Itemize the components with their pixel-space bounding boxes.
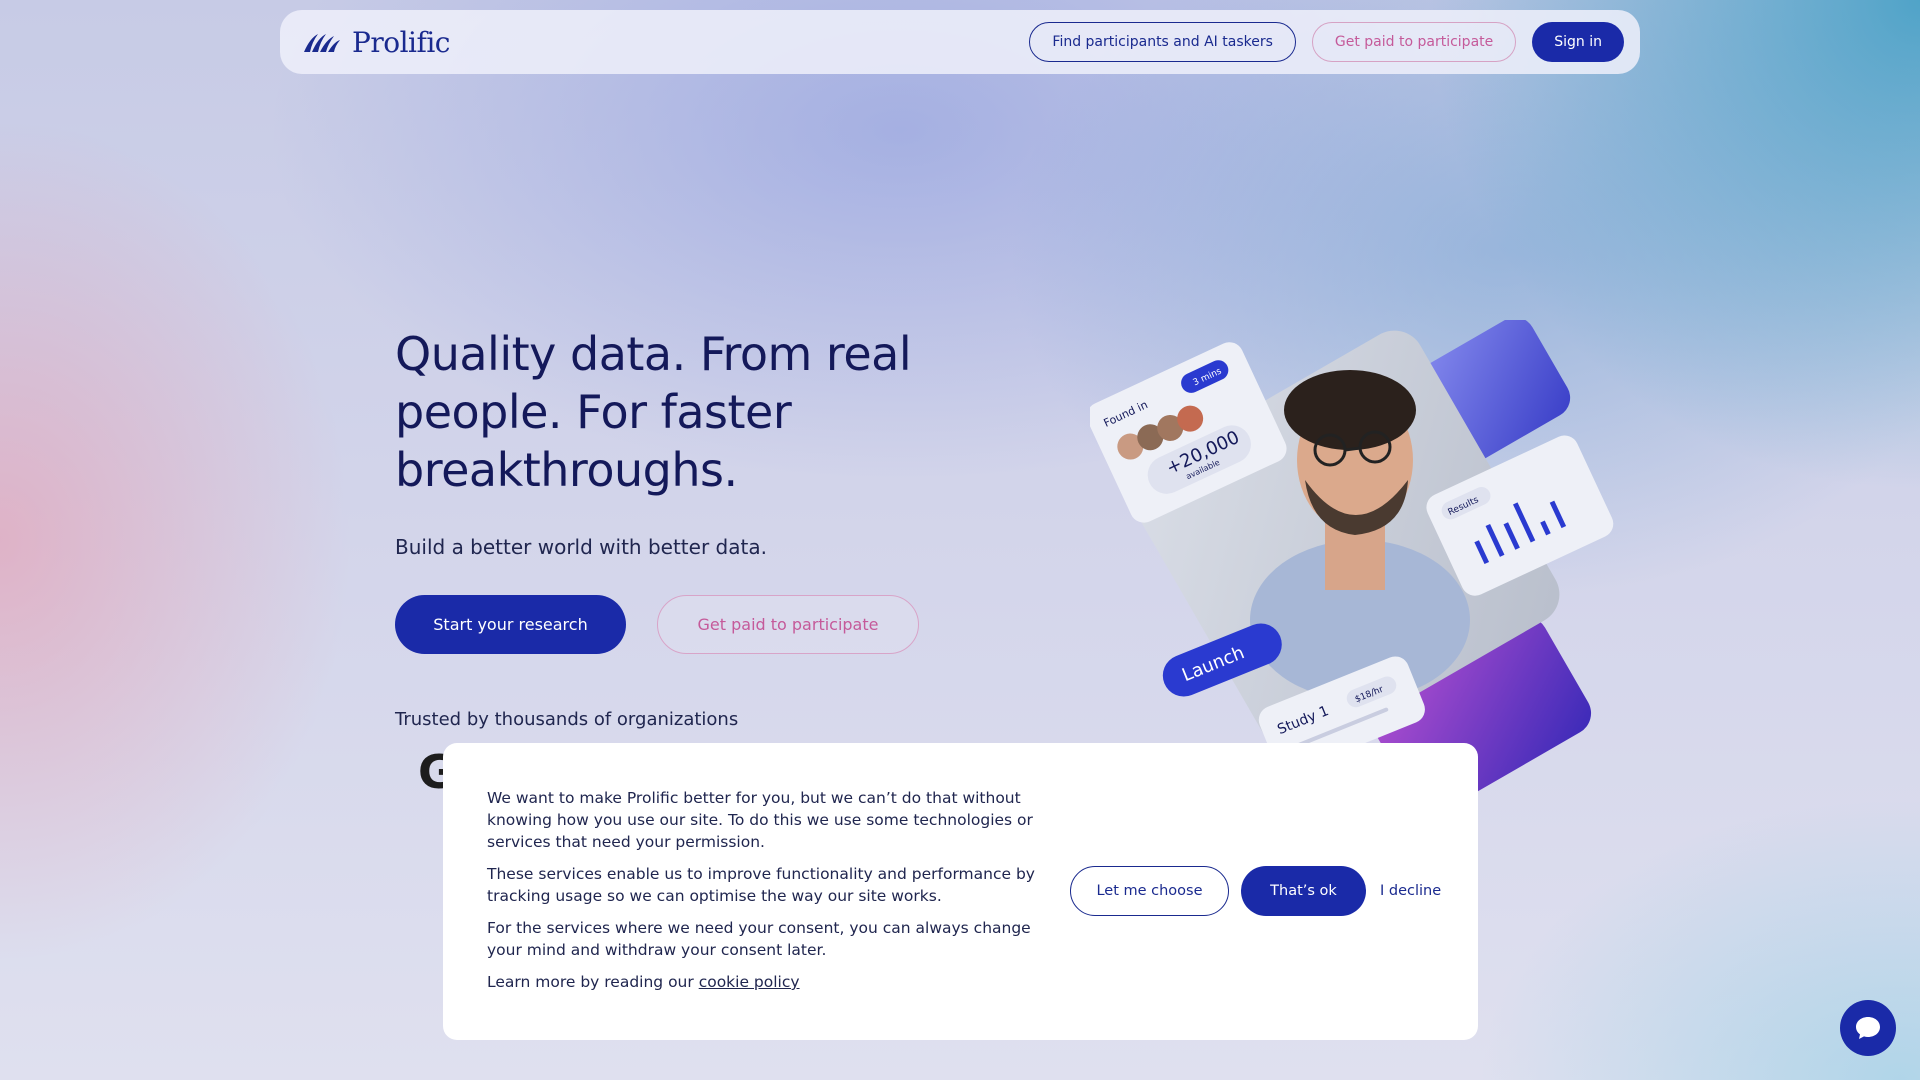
chat-bubble-icon bbox=[1856, 1017, 1880, 1039]
cookie-policy-link[interactable]: cookie policy bbox=[699, 973, 800, 991]
hero-cta-row: Start your research Get paid to particip… bbox=[395, 595, 919, 654]
let-me-choose-button[interactable]: Let me choose bbox=[1070, 866, 1229, 916]
chat-button[interactable] bbox=[1840, 1000, 1896, 1056]
prolific-logo-icon bbox=[304, 34, 340, 52]
cookie-policy-prefix: Learn more by reading our bbox=[487, 973, 694, 991]
cookie-paragraph-1: We want to make Prolific better for you,… bbox=[487, 789, 1033, 851]
hero-subtitle: Build a better world with better data. bbox=[395, 535, 767, 559]
start-research-button[interactable]: Start your research bbox=[395, 595, 626, 654]
hero-title: Quality data. From real people. For fast… bbox=[395, 327, 912, 497]
logo-text: Prolific bbox=[352, 25, 451, 59]
cookie-paragraph-4: Learn more by reading our cookie policy bbox=[487, 971, 1047, 993]
top-navigation: Prolific Find participants and AI tasker… bbox=[280, 10, 1640, 74]
cookie-paragraph-2: These services enable us to improve func… bbox=[487, 865, 1035, 905]
cookie-text: We want to make Prolific better for you,… bbox=[487, 787, 1047, 1003]
prolific-logo[interactable]: Prolific bbox=[302, 25, 451, 59]
find-participants-button[interactable]: Find participants and AI taskers bbox=[1029, 22, 1296, 62]
cookie-consent-dialog: We want to make Prolific better for you,… bbox=[443, 743, 1478, 1040]
decline-button[interactable]: I decline bbox=[1378, 866, 1441, 916]
cookie-actions: Let me choose That’s ok I decline bbox=[1070, 866, 1441, 916]
trusted-by-text: Trusted by thousands of organizations bbox=[395, 709, 739, 730]
sign-in-button[interactable]: Sign in bbox=[1532, 22, 1624, 62]
nav-get-paid-button[interactable]: Get paid to participate bbox=[1311, 22, 1517, 62]
hero-get-paid-button[interactable]: Get paid to participate bbox=[657, 595, 919, 654]
hero-section: Quality data. From real people. For fast… bbox=[395, 325, 955, 559]
thats-ok-button[interactable]: That’s ok bbox=[1241, 866, 1366, 916]
cookie-paragraph-3: For the services where we need your cons… bbox=[487, 919, 1031, 959]
